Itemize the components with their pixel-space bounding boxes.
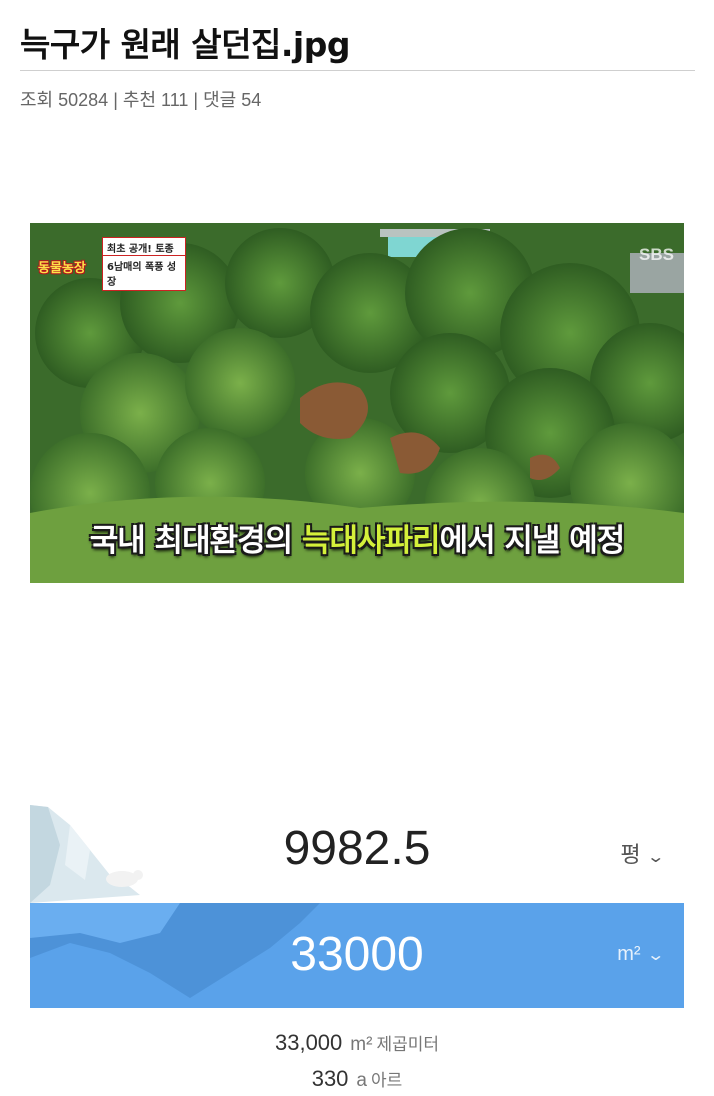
video-caption: 국내 최대환경의 늑대사파리에서 지낼 예정 [30,515,684,560]
converter-bottom-row: 33000 m² ⌄ [30,903,684,1008]
converter-top-row: 9982.5 평 ⌄ [30,805,684,903]
post-title: 늑구가 원래 살던집.jpg [20,25,350,64]
unit-select-sqm[interactable]: m² ⌄ [617,943,665,966]
chevron-down-icon: ⌄ [645,947,665,964]
views-count: 조회 50284 [20,90,109,110]
comments-count: 댓글 54 [203,90,262,110]
video-screenshot: 동물농장 최초 공개! 토종 늑대 6남매의 폭풍 성장 SBS 국내 최대환경… [30,223,684,583]
broadcaster-watermark: SBS [639,245,674,264]
recommend-count: 추천 111 [122,90,189,110]
meta-separator: | [113,90,118,110]
result-value: 33,000 [274,1030,343,1055]
result-row-sqm: 33,000 m² 제곱미터 [0,1030,714,1056]
meta-separator: | [193,90,199,110]
area-value-pyeong[interactable]: 9982.5 [30,821,684,876]
unit-select-pyeong[interactable]: 평 ⌄ [620,837,665,869]
result-unit: m² [350,1034,373,1055]
chevron-down-icon: ⌄ [645,847,665,866]
caption-highlight: 늑대사파리 [301,523,441,559]
result-value: 330 [311,1066,349,1091]
post-meta: 조회 50284 | 추천 111 | 댓글 54 [20,86,261,112]
result-unit-name: 제곱미터 [376,1035,439,1054]
result-unit: a [356,1070,367,1091]
episode-tag-bottom: 6남매의 폭풍 성장 [102,255,186,291]
result-row-are: 330 a 아르 [0,1066,714,1092]
show-logo: 동물농장 최초 공개! 토종 늑대 6남매의 폭풍 성장 [38,237,186,291]
show-logo-text: 동물농장 [38,261,86,276]
result-unit-name: 아르 [371,1071,403,1090]
unit-label-sqm: m² [617,943,641,965]
caption-part-2: 에서 지낼 예정 [439,523,626,559]
unit-converter: 9982.5 평 ⌄ 33000 m² ⌄ [30,805,684,1008]
caption-part-1: 국내 최대환경의 [89,523,302,559]
title-divider [20,70,695,71]
area-value-sqm[interactable]: 33000 [30,927,684,982]
unit-label-pyeong: 평 [620,843,641,868]
